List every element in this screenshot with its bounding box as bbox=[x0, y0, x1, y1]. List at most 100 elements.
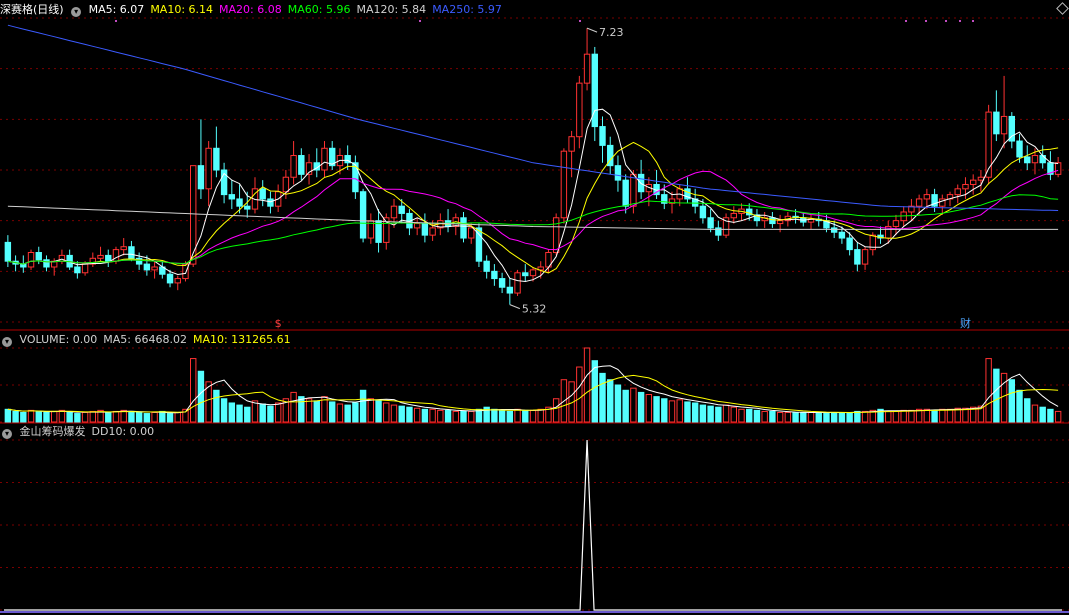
candle-body bbox=[622, 179, 629, 207]
volume-bar bbox=[900, 409, 907, 423]
volume-bar bbox=[1008, 379, 1016, 423]
volume-toggle-icon[interactable]: ▾ bbox=[2, 337, 12, 347]
candle-body bbox=[429, 227, 436, 236]
volume-bar bbox=[390, 404, 398, 423]
volume-bar bbox=[823, 411, 830, 423]
top-dot bbox=[579, 20, 581, 22]
volume-bar bbox=[4, 408, 12, 423]
candle-body bbox=[105, 254, 112, 262]
volume-bar bbox=[707, 405, 714, 423]
volume-bar bbox=[699, 404, 707, 423]
candle-body bbox=[398, 205, 405, 214]
volume-bar bbox=[244, 406, 251, 423]
volume-bar bbox=[599, 372, 606, 423]
volume-bar bbox=[1039, 406, 1046, 423]
volume-bar bbox=[661, 398, 668, 423]
volume-bar bbox=[151, 411, 158, 423]
volume-bar bbox=[251, 400, 259, 423]
candle-body bbox=[498, 278, 506, 288]
volume-bar bbox=[89, 410, 97, 423]
volume-legend-item-2: MA10: 131265.61 bbox=[192, 333, 291, 346]
volume-bar bbox=[506, 410, 514, 423]
candle-body bbox=[491, 270, 498, 280]
indicator-toggle-icon[interactable]: ▾ bbox=[2, 429, 12, 439]
candle-body bbox=[1039, 155, 1046, 164]
volume-bar bbox=[645, 394, 653, 423]
candle-body bbox=[483, 260, 490, 272]
volume-bar bbox=[313, 400, 320, 423]
volume-bar bbox=[367, 398, 375, 423]
candle-body bbox=[560, 150, 568, 219]
ma-line-ma250 bbox=[7, 24, 1059, 211]
candle-body bbox=[359, 191, 367, 239]
volume-bar bbox=[892, 410, 900, 423]
candle-body bbox=[174, 278, 181, 284]
ma-legend: MA5: 6.07 MA10: 6.14 MA20: 6.08 MA60: 5.96 M… bbox=[89, 3, 508, 16]
volume-bar bbox=[66, 411, 73, 423]
volume-bar bbox=[529, 409, 537, 423]
volume-bar bbox=[375, 400, 382, 423]
candle-body bbox=[166, 273, 174, 284]
top-dot bbox=[945, 20, 947, 22]
volume-bar bbox=[614, 384, 622, 423]
volume-bar bbox=[259, 403, 266, 423]
settings-toggle-icon[interactable]: ▾ bbox=[71, 7, 82, 17]
volume-bar bbox=[105, 411, 112, 423]
volume-bar bbox=[460, 410, 467, 423]
candle-body bbox=[197, 165, 205, 190]
volume-bar bbox=[1000, 372, 1008, 423]
candlestick-layer[interactable] bbox=[4, 28, 1062, 305]
top-dot bbox=[925, 20, 927, 22]
volume-bar bbox=[815, 411, 822, 423]
volume-ma-line bbox=[7, 365, 1059, 414]
volume-bar bbox=[498, 409, 506, 423]
chart-canvas[interactable]: 7.235.32$财涨 bbox=[0, 0, 1069, 615]
volume-bar bbox=[746, 408, 753, 423]
candle-body bbox=[892, 220, 900, 227]
candle-body bbox=[228, 194, 236, 200]
volume-bar bbox=[143, 413, 151, 423]
volume-bar bbox=[761, 410, 768, 423]
candle-body bbox=[969, 179, 977, 185]
candle-body bbox=[529, 269, 537, 277]
volume-bar bbox=[691, 402, 699, 423]
top-dot bbox=[972, 20, 974, 22]
candle-body bbox=[1054, 162, 1062, 175]
ma-legend-item-3: MA60: 5.96 bbox=[287, 3, 351, 16]
candle-body bbox=[259, 188, 266, 200]
volume-bar bbox=[383, 402, 390, 423]
volume-bar bbox=[684, 401, 691, 423]
candle-body bbox=[182, 263, 189, 280]
volume-bar bbox=[174, 411, 181, 423]
candle-body bbox=[977, 176, 985, 181]
indicator-legend: 金山筹码爆发 DD10: 0.00 bbox=[20, 425, 161, 438]
volume-bar bbox=[228, 402, 236, 423]
volume-bar bbox=[576, 366, 583, 423]
volume-bar bbox=[491, 408, 498, 423]
volume-bar bbox=[298, 396, 305, 423]
volume-bar bbox=[352, 402, 359, 423]
volume-bar bbox=[630, 387, 637, 423]
volume-bar bbox=[1031, 404, 1039, 423]
volume-bar bbox=[468, 410, 475, 423]
volume-bar bbox=[452, 410, 459, 423]
volume-bar bbox=[166, 413, 174, 423]
volume-bar bbox=[1016, 389, 1023, 423]
candle-body bbox=[769, 217, 776, 225]
volume-bar bbox=[398, 405, 405, 423]
candle-body bbox=[298, 155, 305, 175]
candle-body bbox=[282, 176, 290, 193]
volume-bar bbox=[722, 404, 730, 423]
top-dot bbox=[905, 20, 907, 22]
volume-bar bbox=[537, 408, 544, 423]
volume-bar bbox=[792, 411, 799, 423]
volume-bar bbox=[135, 411, 143, 423]
volume-bar bbox=[220, 398, 228, 423]
volume-bar bbox=[861, 410, 869, 423]
volume-bar bbox=[830, 411, 838, 423]
volume-bar bbox=[522, 409, 529, 423]
candle-body bbox=[707, 217, 714, 229]
low-price-label: 5.32 bbox=[522, 303, 547, 316]
volume-bar bbox=[290, 391, 297, 423]
volume-bar bbox=[784, 411, 792, 423]
